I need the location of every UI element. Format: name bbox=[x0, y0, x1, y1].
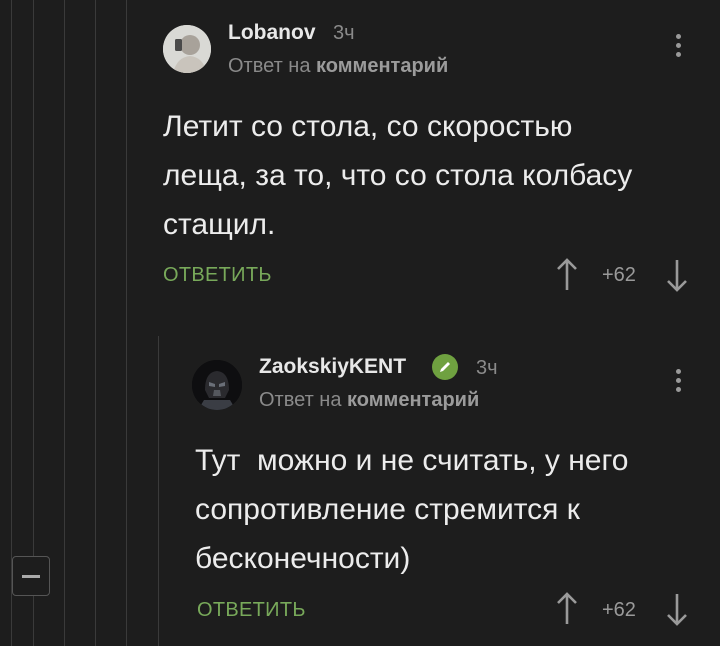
vote-score: +62 bbox=[602, 599, 636, 621]
reply-button[interactable]: ОТВЕТИТЬ bbox=[197, 599, 306, 622]
comment-text-line: стащил. bbox=[163, 208, 276, 241]
reply-to-link[interactable]: Ответ на комментарий bbox=[259, 389, 479, 412]
comment-text: Летит со стола, со скоростью леща, за то… bbox=[163, 102, 632, 249]
user-photo-icon bbox=[163, 25, 211, 73]
minus-icon bbox=[22, 574, 40, 578]
comment-text-line: бесконечности) bbox=[195, 542, 411, 575]
pencil-badge-icon bbox=[432, 354, 458, 380]
darth-vader-icon bbox=[192, 360, 242, 410]
comment-time: 3ч bbox=[476, 357, 498, 379]
thread-line bbox=[11, 0, 12, 646]
comment-author[interactable]: ZaokskiyKENT bbox=[259, 355, 406, 379]
reply-to-target[interactable]: комментарий bbox=[316, 55, 448, 77]
comment-text-line: леща, за то, что со стола колбасу bbox=[163, 159, 633, 192]
comment-text: Тут можно и не считать, у него сопротивл… bbox=[195, 436, 628, 583]
reply-to-prefix: Ответ на bbox=[259, 389, 342, 411]
vote-score: +62 bbox=[602, 264, 636, 286]
user-avatar[interactable] bbox=[163, 25, 211, 73]
comment-time: 3ч bbox=[333, 22, 355, 44]
thread-line bbox=[33, 596, 34, 646]
thread-line bbox=[64, 0, 65, 646]
downvote-arrow-icon[interactable] bbox=[665, 258, 689, 292]
reply-indent-line bbox=[158, 336, 159, 646]
reply-to-link[interactable]: Ответ на комментарий bbox=[228, 55, 448, 78]
comment-author[interactable]: Lobanov bbox=[228, 21, 316, 45]
thread-line bbox=[126, 0, 127, 646]
reply-button[interactable]: ОТВЕТИТЬ bbox=[163, 264, 272, 287]
comment-text-line: Тут можно и не считать, у него bbox=[195, 444, 629, 477]
reply-to-prefix: Ответ на bbox=[228, 55, 311, 77]
collapse-thread-button[interactable] bbox=[12, 556, 50, 596]
thread-line bbox=[95, 0, 96, 646]
more-options-icon[interactable] bbox=[674, 369, 682, 396]
reply-to-target[interactable]: комментарий bbox=[347, 389, 479, 411]
user-avatar[interactable] bbox=[192, 360, 242, 410]
upvote-arrow-icon[interactable] bbox=[555, 258, 579, 292]
upvote-arrow-icon[interactable] bbox=[555, 592, 579, 626]
downvote-arrow-icon[interactable] bbox=[665, 592, 689, 626]
comment-text-line: сопротивление стремится к bbox=[195, 493, 580, 526]
more-options-icon[interactable] bbox=[674, 34, 682, 61]
thread-line bbox=[33, 0, 34, 556]
comment-text-line: Летит со стола, со скоростью bbox=[163, 110, 573, 143]
